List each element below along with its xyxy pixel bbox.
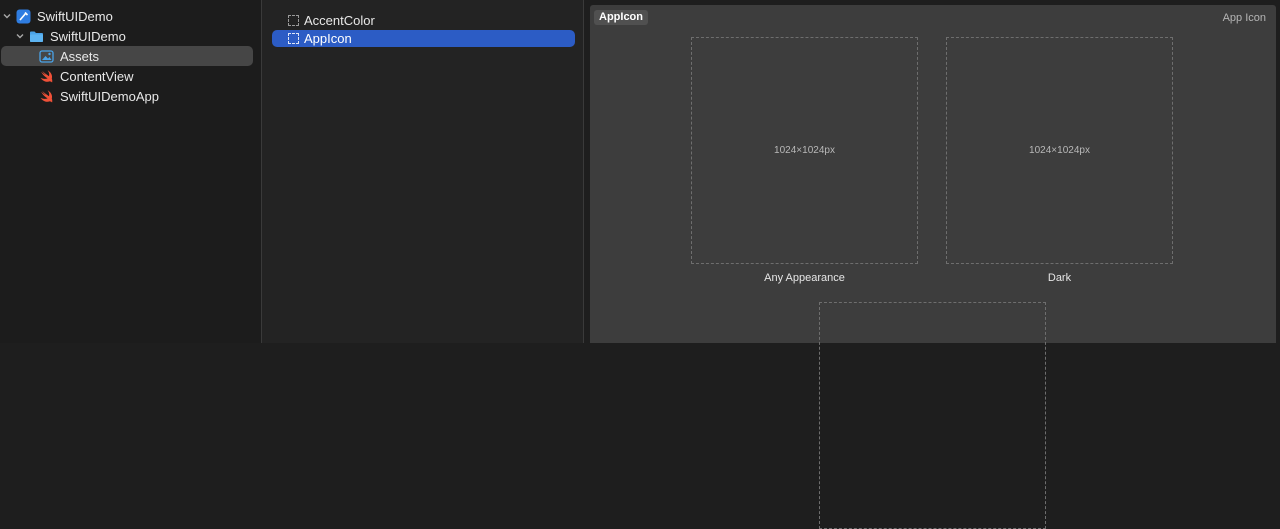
app-icon-set-icon [288, 33, 299, 44]
nav-item-label: ContentView [60, 68, 134, 84]
slot-caption: Any Appearance [764, 272, 845, 284]
nav-item-label: SwiftUIDemo [37, 8, 113, 24]
asset-item-label: AppIcon [304, 31, 352, 46]
swift-file-icon [40, 89, 53, 102]
nav-item-label: SwiftUIDemoApp [60, 88, 159, 104]
swift-file-icon [40, 69, 53, 82]
asset-item-appicon[interactable]: AppIcon [272, 30, 575, 47]
slot-size-label: 1024×1024px [1029, 145, 1090, 156]
asset-catalog-icon [39, 49, 54, 63]
icon-slot-dark[interactable]: 1024×1024px [946, 37, 1173, 264]
nav-item-group[interactable]: SwiftUIDemo [0, 26, 261, 46]
asset-set-name[interactable]: AppIcon [594, 10, 648, 25]
asset-item-label: AccentColor [304, 13, 375, 28]
asset-editor: AppIcon App Icon 1024×1024px Any Appeara… [585, 0, 1280, 529]
icon-slot-any-appearance[interactable]: 1024×1024px [691, 37, 918, 264]
slot-size-label: 1024×1024px [774, 145, 835, 156]
xcode-project-icon [16, 9, 31, 23]
nav-item-label: SwiftUIDemo [50, 28, 126, 44]
nav-item-project[interactable]: SwiftUIDemo [0, 6, 261, 26]
asset-editor-canvas: AppIcon App Icon 1024×1024px Any Appeara… [590, 5, 1276, 529]
nav-item-contentview[interactable]: ContentView [0, 66, 261, 86]
asset-item-accentcolor[interactable]: AccentColor [272, 12, 575, 29]
icon-slot-tinted[interactable] [819, 302, 1046, 529]
nav-item-assets[interactable]: Assets [0, 46, 261, 66]
nav-item-label: Assets [60, 48, 100, 64]
nav-item-swiftuidemoapp[interactable]: SwiftUIDemoApp [0, 86, 261, 106]
chevron-down-icon[interactable] [2, 11, 12, 21]
chevron-down-icon[interactable] [15, 31, 25, 41]
color-set-icon [288, 15, 299, 26]
folder-icon [30, 31, 43, 42]
slot-caption: Dark [1047, 272, 1072, 284]
project-navigator: SwiftUIDemo SwiftUIDemo Assets ContentVi… [0, 0, 262, 343]
asset-list: AccentColor AppIcon [262, 0, 584, 343]
asset-set-kind: App Icon [1222, 12, 1266, 24]
